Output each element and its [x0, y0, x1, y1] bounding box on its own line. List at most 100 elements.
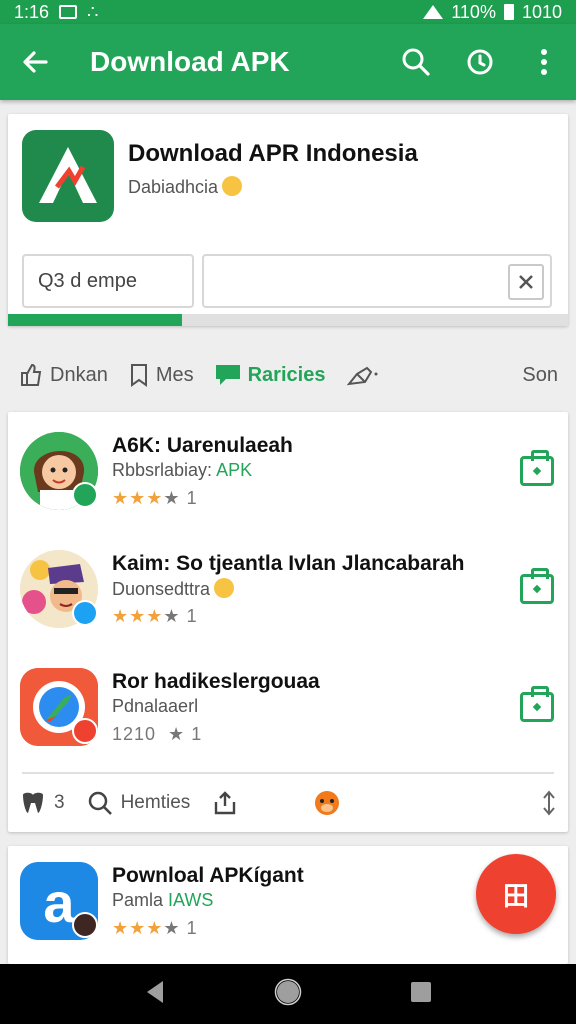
arrow-back-icon — [23, 51, 48, 73]
likes-button[interactable]: 3 — [20, 791, 65, 815]
app-subtitle-text: Duonsedttra — [112, 579, 211, 599]
overflow-menu-button[interactable] — [512, 30, 576, 94]
search-icon — [402, 48, 430, 76]
list-item[interactable]: Ror hadikeslergouaa Pdnalaaerl 1210 ★ 1 — [8, 652, 568, 770]
app-bar: Download APK — [0, 24, 576, 100]
svg-text:a: a — [43, 871, 75, 934]
app-subtitle-text: Rbbsrlabiay: — [112, 460, 213, 480]
search-input[interactable]: Q3 d empe — [22, 254, 194, 308]
share-icon — [215, 791, 236, 815]
app-subtitle-text: Pamla — [112, 890, 164, 910]
app-subtitle: Dabiadhcia — [128, 176, 243, 198]
footer-search-button[interactable]: Hemties — [87, 790, 191, 816]
triangle-back-icon — [147, 980, 164, 1003]
search-icon — [88, 791, 112, 815]
badge-icon — [72, 600, 98, 626]
tab-dnkan[interactable]: Dnkan — [8, 348, 118, 402]
rating: ★★★★ 1 — [112, 488, 198, 508]
battery-percent: 110% — [451, 1, 496, 22]
sort-icon — [543, 790, 555, 816]
monkey-icon — [315, 791, 340, 815]
progress-fill — [8, 314, 182, 326]
history-button[interactable] — [448, 30, 512, 94]
rating-count: 1 — [191, 724, 203, 744]
tab-son[interactable]: Son — [512, 348, 568, 402]
thumb-icon — [21, 363, 42, 386]
floating-action-button[interactable]: 田 — [476, 854, 556, 934]
rating-prefix: 1210 — [112, 724, 169, 744]
nav-back-button[interactable] — [143, 979, 167, 1010]
tab-label: Dnkan — [50, 363, 108, 386]
likes-count: 3 — [54, 792, 65, 813]
app-subtitle: Duonsedttra — [112, 578, 235, 600]
text-field[interactable] — [202, 254, 552, 308]
app-subtitle: Pdnalaaerl — [112, 696, 199, 716]
back-button[interactable] — [0, 47, 70, 77]
tab-label: Mes — [155, 363, 194, 386]
app-subtitle: Pamla IAWS — [112, 890, 213, 911]
clock-icon — [467, 49, 493, 75]
status-extra: 1010 — [521, 1, 562, 22]
tab-pin[interactable] — [335, 348, 389, 402]
footer-label: Hemties — [120, 792, 191, 813]
app-subtitle: Rbbsrlabiay: APK — [112, 460, 252, 481]
chat-icon — [215, 365, 240, 385]
pin-icon — [347, 366, 378, 386]
badge-icon — [72, 718, 98, 744]
download-button[interactable] — [520, 686, 554, 722]
list-item[interactable]: A6K: Uarenulaeah Rbbsrlabiay: APK ★★★★ 1 — [8, 416, 568, 534]
nav-home-button[interactable] — [274, 978, 302, 1011]
rating: ★★★★ 1 — [112, 606, 198, 626]
wifi-icon — [423, 5, 444, 19]
app-tag: APK — [216, 460, 253, 480]
bookmark-icon — [130, 364, 147, 387]
circle-home-icon — [274, 978, 302, 1005]
share-button[interactable] — [212, 790, 238, 816]
app-notification-icon: ∴ — [87, 1, 99, 22]
tooth-icon — [23, 792, 43, 813]
app-title: Download APR Indonesia — [128, 140, 418, 167]
tab-bar: Dnkan Mes Raricies Son — [8, 348, 568, 402]
app-title: Ror hadikeslergouaa — [112, 670, 320, 693]
more-button[interactable] — [542, 790, 556, 816]
download-button[interactable] — [520, 450, 554, 486]
nav-recents-button[interactable] — [409, 980, 433, 1009]
app-tag: IAWS — [168, 890, 214, 910]
square-recents-icon — [410, 981, 431, 1002]
badge-icon — [72, 482, 98, 508]
app-title: Pownloal APKígant — [112, 864, 304, 887]
rating-count: 1 — [186, 488, 198, 508]
status-time: 1:16 — [14, 1, 50, 22]
app-list-card: A6K: Uarenulaeah Rbbsrlabiay: APK ★★★★ 1… — [8, 412, 568, 832]
page-title: Download APK — [90, 46, 290, 77]
tab-raricies[interactable]: Raricies — [204, 348, 336, 402]
tab-mes[interactable]: Mes — [118, 348, 204, 402]
emoji-icon — [222, 176, 243, 196]
battery-icon — [503, 4, 514, 20]
clear-button[interactable] — [508, 264, 544, 300]
app-header-card: Download APR Indonesia Dabiadhcia Q3 d e… — [8, 114, 568, 326]
badge-icon — [72, 912, 98, 938]
mascot-button[interactable] — [310, 788, 344, 818]
rating-count: 1 — [186, 606, 198, 626]
tab-label: Son — [522, 363, 558, 386]
rating-count: 1 — [186, 918, 198, 938]
system-nav-bar — [0, 964, 576, 1024]
bag-icon — [532, 702, 542, 712]
list-item[interactable]: Kaim: So tjeantla Ivlan Jlancabarah Duon… — [8, 534, 568, 652]
app-title: A6K: Uarenulaeah — [112, 434, 293, 457]
rating: 1210 ★ 1 — [112, 724, 203, 744]
bag-icon — [532, 466, 542, 476]
download-button[interactable] — [520, 568, 554, 604]
app-title: Kaim: So tjeantla Ivlan Jlancabarah — [112, 552, 465, 575]
app-logo — [22, 130, 114, 222]
progress-bar — [8, 314, 568, 326]
emoji-icon — [214, 578, 235, 598]
app-subtitle-text: Dabiadhcia — [128, 177, 219, 197]
rating: ★★★★ 1 — [112, 918, 198, 938]
notification-icon — [59, 5, 78, 19]
more-vert-icon — [541, 49, 547, 75]
list-footer: 3 Hemties — [8, 774, 568, 832]
close-icon — [519, 275, 533, 289]
search-button[interactable] — [384, 30, 448, 94]
